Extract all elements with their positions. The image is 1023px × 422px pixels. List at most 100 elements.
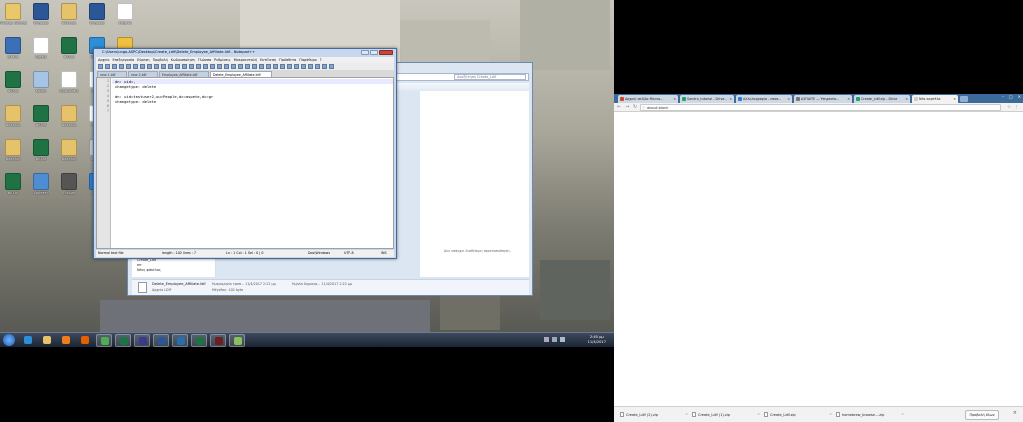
taskbar-button[interactable] [134,334,150,347]
desktop-icon[interactable]: Κάδος [29,71,53,99]
toolbar-button-icon[interactable] [210,64,215,69]
close-shelf-icon[interactable]: × [1013,410,1017,416]
close-button[interactable]: ✕ [1018,94,1021,99]
toolbar-button-icon[interactable] [322,64,327,69]
toolbar-button-icon[interactable] [196,64,201,69]
toolbar-button-icon[interactable] [147,64,152,69]
taskbar-button[interactable] [20,334,36,347]
browser-tab[interactable]: ΑΣΠΑΙΤΕ — Υπηρεσία... × [794,95,852,103]
desktop-icon[interactable]: Εικόνα [57,173,81,201]
toolbar-button-icon[interactable] [273,64,278,69]
browser-tab[interactable]: Αλληλογραφία - υποσ... × [736,95,792,103]
close-tab-icon[interactable]: × [847,95,850,103]
forward-button[interactable]: → [625,104,629,111]
page-info-icon[interactable]: ⓘ [642,105,646,111]
desktop-icon[interactable]: Φύλλο [1,71,25,99]
chrome-window[interactable]: – □ ✕ Αρχική σελίδα Micros... × Sandra_tut… [614,94,1023,422]
toolbar-button-icon[interactable] [315,64,320,69]
close-tab-icon[interactable]: × [787,95,790,103]
taskbar-button[interactable] [229,334,245,347]
toolbar-button-icon[interactable] [112,64,117,69]
toolbar-button-icon[interactable] [231,64,236,69]
download-item[interactable]: Create_Ldif (2).zip ^ [618,410,692,420]
start-button[interactable] [3,334,15,346]
desktop-icon[interactable]: Φάκελος [1,139,25,167]
desktop-icon[interactable]: Φάκελος [1,105,25,133]
toolbar-button-icon[interactable] [308,64,313,69]
desktop-icon[interactable]: Φύλλο [29,105,53,133]
toolbar-button-icon[interactable] [161,64,166,69]
volume-icon[interactable] [560,337,565,342]
desktop-icon[interactable]: Αρχείο [29,37,53,65]
desktop-icon[interactable]: Πίνακας Ελέγχου [0,3,27,31]
toolbar-button-icon[interactable] [154,64,159,69]
taskbar-button[interactable] [210,334,226,347]
maximize-button[interactable] [370,50,378,55]
toolbar-button-icon[interactable] [294,64,299,69]
browser-tab[interactable]: Νέα καρτέλα × [912,95,958,103]
toolbar-button-icon[interactable] [126,64,131,69]
browser-tab[interactable]: Sandra_tutorial - Drive... × [680,95,734,103]
close-button[interactable] [379,50,393,55]
minimize-button[interactable]: – [1002,94,1004,99]
close-tab-icon[interactable]: × [905,95,908,103]
address-bar[interactable]: ⓘ about:blank [640,104,1001,111]
maximize-button[interactable]: □ [1009,94,1013,99]
toolbar-button-icon[interactable] [238,64,243,69]
toolbar-button-icon[interactable] [245,64,250,69]
back-button[interactable]: ← [617,104,621,111]
toolbar-button-icon[interactable] [301,64,306,69]
desktop-icon[interactable]: Χρήστες [29,173,53,201]
desktop-icon[interactable]: Φύλλο [1,173,25,201]
toolbar-button-icon[interactable] [203,64,208,69]
taskbar-button[interactable] [58,334,74,347]
network-icon[interactable] [552,337,557,342]
taskbar-button[interactable] [39,334,55,347]
taskbar-button[interactable] [77,334,93,347]
desktop-icon[interactable]: Φύλλο [29,139,53,167]
toolbar-button-icon[interactable] [119,64,124,69]
page-content[interactable] [614,113,1023,406]
browser-tab[interactable]: Αρχική σελίδα Micros... × [618,95,678,103]
bookmark-star-icon[interactable]: ☆ [1007,104,1011,111]
close-tab-icon[interactable]: × [953,95,956,103]
chevron-up-icon[interactable]: ^ [757,410,760,420]
toolbar-button-icon[interactable] [266,64,271,69]
desktop-icon[interactable]: Σημειώσεις [57,71,81,99]
notepadpp-window[interactable]: C:\Users\ungo.ASPC\Desktop\Create_Ldif\D… [93,48,397,259]
toolbar-button-icon[interactable] [224,64,229,69]
toolbar-button-icon[interactable] [105,64,110,69]
taskbar-button[interactable] [115,334,131,347]
tree-item[interactable]: Νέος φάκελος [137,268,161,273]
show-all-button[interactable]: Προβολή όλων [965,410,999,420]
desktop-icon[interactable]: Δίκτυο [1,37,25,65]
desktop-icon[interactable]: Έγγραφο [85,3,109,31]
clock[interactable]: 2:40 μμ 11/4/2017 [588,335,606,344]
chevron-up-icon[interactable]: ^ [829,410,832,420]
toolbar-button-icon[interactable] [140,64,145,69]
taskbar-button[interactable] [153,334,169,347]
download-item[interactable]: homebrew_browse....zip ^ [834,410,908,420]
toolbar-button-icon[interactable] [287,64,292,69]
text-editor[interactable]: 1 dn: uid=, 2 changetype: delete 3 4 dn: uid=t… [96,77,394,249]
close-tab-icon[interactable]: × [673,95,676,103]
toolbar-button-icon[interactable] [280,64,285,69]
taskbar-button[interactable] [191,334,207,347]
new-tab-button[interactable] [960,96,968,102]
desktop-icon[interactable]: Φάκελος [57,105,81,133]
desktop-icon[interactable]: Φάκελος [57,3,81,31]
download-item[interactable]: Create_Ldif.zip ^ [762,410,836,420]
desktop-icon[interactable]: Φάκελος [57,139,81,167]
toolbar-button-icon[interactable] [175,64,180,69]
browser-tab[interactable]: Create_Ldif.zip - Drive × [854,95,910,103]
menu-icon[interactable]: ⋮ [1015,104,1020,111]
toolbar-button-icon[interactable] [259,64,264,69]
toolbar-button-icon[interactable] [182,64,187,69]
reload-button[interactable]: ↻ [633,104,637,111]
desktop-icon[interactable]: Φύλλο [57,37,81,65]
toolbar-button-icon[interactable] [168,64,173,69]
toolbar-button-icon[interactable] [133,64,138,69]
chevron-up-icon[interactable]: ^ [901,410,904,420]
toolbar-button-icon[interactable] [217,64,222,69]
toolbar-button-icon[interactable] [329,64,334,69]
